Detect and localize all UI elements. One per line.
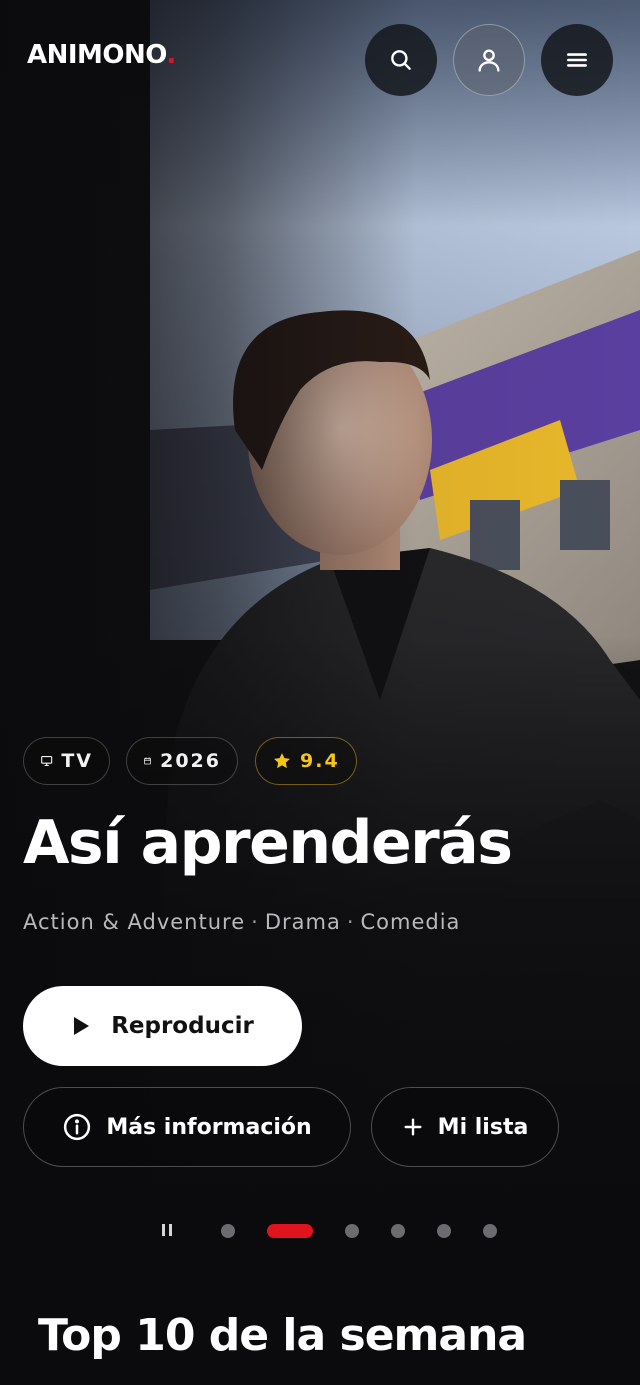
show-title: Así aprenderás [23,808,513,878]
calendar-icon [144,757,151,765]
genre-item: Drama [264,910,341,934]
menu-icon [567,53,587,67]
profile-button[interactable] [453,24,525,96]
more-info-label: Más información [106,1114,312,1140]
rating-badge: 9.4 [255,737,357,785]
carousel-dot[interactable] [483,1224,497,1238]
hero-banner [0,0,640,1270]
genre-separator: · [251,910,259,934]
top-header: ANIMONO. [0,0,640,118]
menu-button[interactable] [541,24,613,96]
carousel-indicator [0,1217,640,1245]
my-list-label: Mi lista [437,1114,529,1140]
brand-logo[interactable]: ANIMONO. [27,40,176,70]
carousel-dot[interactable] [345,1224,359,1238]
hero-gradient-overlay [0,0,640,1270]
tv-icon [41,756,53,766]
search-icon [391,50,411,70]
genre-separator: · [346,910,355,934]
star-icon [274,753,290,769]
type-badge: TV [23,737,110,785]
play-button[interactable]: Reproducir [23,986,302,1066]
type-badge-label: TV [61,750,93,772]
user-icon [478,49,500,72]
carousel-dot[interactable] [391,1224,405,1238]
section-title: Top 10 de la semana [38,1310,527,1361]
year-badge-label: 2026 [160,750,221,772]
my-list-button[interactable]: Mi lista [371,1087,559,1167]
carousel-dot[interactable] [221,1224,235,1238]
info-icon [64,1113,91,1141]
more-info-button[interactable]: Más información [23,1087,351,1167]
carousel-dot[interactable] [437,1224,451,1238]
rating-value: 9.4 [300,750,340,772]
genre-item: Action & Adventure [23,910,246,934]
pause-icon[interactable] [160,1223,174,1237]
logo-text: ANIMONO [27,40,167,70]
genre-item: Comedia [360,910,461,934]
logo-dot: . [166,40,176,70]
search-button[interactable] [365,24,437,96]
genre-list: Action & Adventure · Drama · Comedia [23,910,460,934]
play-icon [74,1017,90,1035]
plus-icon [404,1118,422,1136]
play-button-label: Reproducir [111,1013,254,1039]
carousel-dot-active[interactable] [267,1224,313,1238]
year-badge: 2026 [126,737,238,785]
